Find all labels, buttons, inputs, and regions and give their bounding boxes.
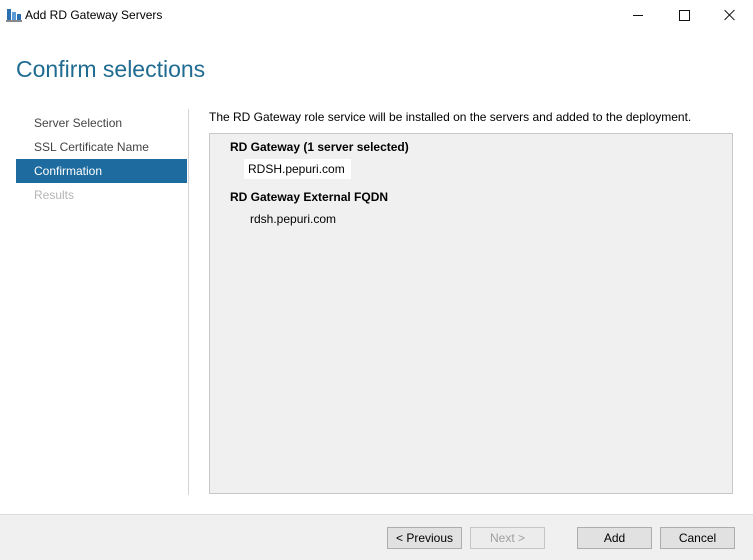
confirmation-summary: RD Gateway (1 server selected) RDSH.pepu… bbox=[209, 133, 733, 494]
server-manager-icon bbox=[6, 9, 22, 22]
cancel-button[interactable]: Cancel bbox=[660, 527, 735, 549]
page-title: Confirm selections bbox=[16, 56, 206, 82]
rd-gateway-server-value: RDSH.pepuri.com bbox=[244, 159, 351, 179]
confirmation-description: The RD Gateway role service will be inst… bbox=[209, 110, 692, 124]
previous-button[interactable]: < Previous bbox=[387, 527, 462, 549]
nav-divider bbox=[188, 109, 189, 495]
wizard-footer: < Previous Next > Add Cancel bbox=[0, 514, 753, 560]
nav-item-server-selection[interactable]: Server Selection bbox=[16, 111, 187, 135]
title-bar: Add RD Gateway Servers bbox=[0, 0, 753, 30]
rd-gateway-heading: RD Gateway (1 server selected) bbox=[230, 140, 409, 154]
close-button[interactable] bbox=[707, 0, 753, 30]
close-icon bbox=[724, 9, 736, 21]
external-fqdn-heading: RD Gateway External FQDN bbox=[230, 190, 389, 204]
add-button[interactable]: Add bbox=[577, 527, 652, 549]
window-title: Add RD Gateway Servers bbox=[25, 8, 163, 22]
next-button: Next > bbox=[470, 527, 545, 549]
rd-gateway-server-text: RDSH.pepuri.com bbox=[244, 159, 351, 179]
nav-item-results: Results bbox=[34, 188, 75, 202]
maximize-button[interactable] bbox=[661, 0, 707, 30]
minimize-button[interactable] bbox=[615, 0, 661, 30]
nav-item-ssl-certificate-name[interactable]: SSL Certificate Name bbox=[16, 135, 187, 159]
external-fqdn-value: rdsh.pepuri.com bbox=[250, 212, 337, 226]
maximize-icon bbox=[678, 9, 690, 21]
nav-item-confirmation[interactable]: Confirmation bbox=[16, 159, 187, 183]
minimize-icon bbox=[633, 14, 643, 16]
wizard-nav: Server Selection SSL Certificate Name Co… bbox=[16, 111, 187, 207]
